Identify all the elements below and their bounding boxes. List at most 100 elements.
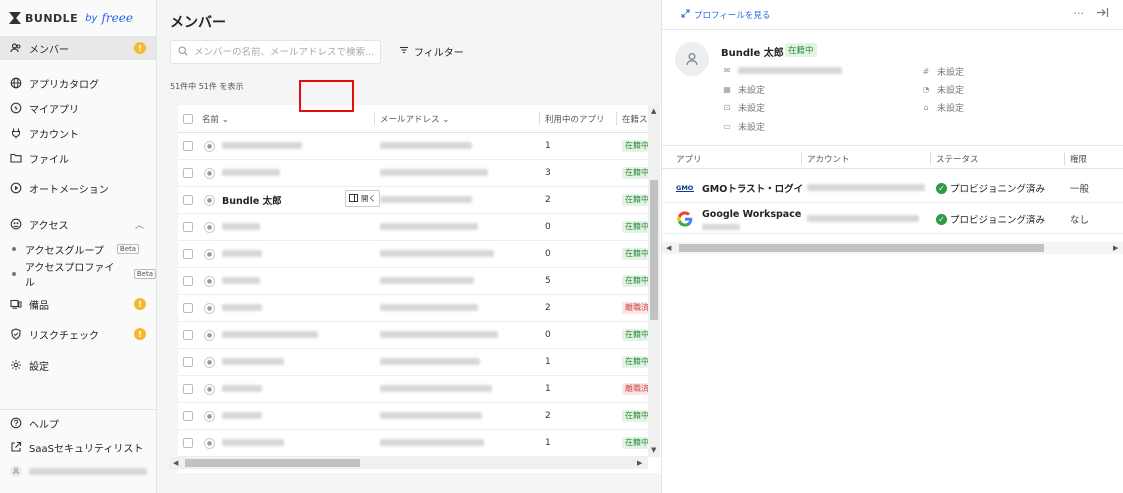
sidebar-item-automation[interactable]: オートメーション (0, 176, 156, 200)
row-checkbox[interactable] (183, 195, 193, 205)
sidebar-item-accounts[interactable]: アカウント (0, 121, 156, 145)
account-cell (807, 214, 919, 225)
column-header-account[interactable]: アカウント (807, 153, 850, 165)
column-header-apps[interactable]: 利用中のアプリ (545, 113, 605, 125)
members-main: メンバー フィルター 51件中 51件 を表示 名前 ⌄ メールアドレス ⌄ 利… (157, 0, 661, 493)
app-name: GMOトラスト・ログイン (702, 184, 802, 195)
more-options-icon[interactable]: ··· (1074, 7, 1085, 21)
column-divider[interactable] (539, 112, 540, 125)
column-divider[interactable] (801, 152, 802, 165)
filter-label: フィルター (414, 48, 464, 59)
sidebar-item-access[interactable]: アクセス ︿ (0, 212, 156, 236)
table-row[interactable]: ● 1 在籍中 (178, 430, 648, 457)
member-name-redacted (222, 276, 260, 284)
apps-horizontal-scrollbar[interactable]: ◀ ▶ (662, 242, 1123, 254)
row-checkbox[interactable] (183, 222, 193, 232)
scrollbar-thumb[interactable] (679, 244, 1044, 252)
table-horizontal-scrollbar[interactable]: ◀ ▶ (169, 457, 648, 469)
sidebar-item-my-apps[interactable]: マイアプリ (0, 96, 156, 120)
scroll-right-arrow-icon[interactable]: ▶ (637, 459, 642, 467)
view-profile-link[interactable]: プロフィールを見る (681, 9, 770, 21)
side-panel-icon (349, 193, 358, 204)
table-vertical-scrollbar[interactable]: ▲ ▼ (648, 105, 660, 457)
column-header-app[interactable]: アプリ (676, 153, 702, 165)
sidebar-item-risk-check[interactable]: リスクチェック ! (0, 322, 156, 346)
column-header-status[interactable]: 在籍ス (622, 113, 648, 125)
row-checkbox[interactable] (183, 384, 193, 394)
scrollbar-thumb[interactable] (650, 180, 658, 320)
sidebar-item-saas-security-list[interactable]: SaaSセキュリティリスト (0, 435, 156, 459)
chevron-up-icon[interactable]: ︿ (135, 218, 144, 231)
search-box[interactable] (170, 40, 381, 64)
sidebar-item-help[interactable]: ヘルプ (0, 411, 156, 435)
row-checkbox[interactable] (183, 276, 193, 286)
check-circle-icon: ✓ (936, 213, 947, 225)
members-table: 名前 ⌄ メールアドレス ⌄ 利用中のアプリ 在籍ス ● 1 在籍中 ● 3 在… (178, 105, 661, 473)
sidebar-subitem-access-profiles[interactable]: アクセスプロファイル Beta (0, 263, 156, 289)
row-checkbox[interactable] (183, 411, 193, 421)
member-email-redacted (380, 303, 478, 311)
filter-button[interactable]: フィルター (399, 44, 464, 59)
table-row[interactable]: ● 3 在籍中 (178, 160, 648, 187)
field-value: 未設定 (937, 68, 965, 78)
close-panel-icon[interactable] (1096, 7, 1109, 21)
column-divider[interactable] (930, 152, 931, 165)
member-name-redacted (222, 438, 284, 446)
table-row[interactable]: ● 5 在籍中 (178, 268, 648, 295)
scroll-down-arrow-icon[interactable]: ▼ (651, 446, 656, 454)
bundle-logo-icon (9, 12, 21, 24)
app-row[interactable]: Google Workspace ✓ プロビジョニング済み なし (662, 203, 1123, 234)
member-email-redacted (380, 411, 482, 419)
status-badge: 在籍中 (622, 140, 648, 152)
member-app-count: 2 (545, 195, 551, 205)
scrollbar-thumb[interactable] (185, 459, 360, 467)
row-checkbox[interactable] (183, 357, 193, 367)
scroll-left-arrow-icon[interactable]: ◀ (173, 459, 178, 467)
sidebar-item-settings[interactable]: 設定 (0, 353, 156, 377)
scroll-right-arrow-icon[interactable]: ▶ (1113, 244, 1118, 252)
column-header-name[interactable]: 名前 ⌄ (202, 113, 229, 125)
search-input[interactable] (194, 46, 374, 58)
sidebar-subitem-access-groups[interactable]: アクセスグループ Beta (0, 239, 156, 259)
account-cell (807, 183, 925, 194)
row-checkbox[interactable] (183, 141, 193, 151)
column-divider[interactable] (1064, 152, 1065, 165)
column-divider[interactable] (374, 112, 375, 125)
sidebar-item-files[interactable]: ファイル (0, 146, 156, 170)
table-row[interactable]: ● 1 離職済 (178, 376, 648, 403)
table-row[interactable]: ● 0 在籍中 (178, 322, 648, 349)
member-name-redacted (222, 249, 262, 257)
scroll-left-arrow-icon[interactable]: ◀ (666, 244, 671, 252)
member-name[interactable]: Bundle 太郎 (222, 193, 282, 207)
select-all-checkbox[interactable] (183, 113, 193, 124)
scroll-up-arrow-icon[interactable]: ▲ (651, 107, 656, 115)
member-app-count: 2 (545, 303, 551, 313)
app-row[interactable]: GMO GMOトラスト・ログイン ✓ プロビジョニング済み 一般 (662, 172, 1123, 203)
table-row-selected[interactable]: ● Bundle 太郎 開く 2 在籍中 (178, 187, 648, 214)
table-row[interactable]: ● 0 在籍中 (178, 241, 648, 268)
column-header-status[interactable]: ステータス (936, 153, 979, 165)
sidebar-user-menu[interactable] (0, 459, 156, 483)
status-badge: 在籍中 (622, 275, 648, 287)
row-checkbox[interactable] (183, 249, 193, 259)
member-email-redacted (380, 357, 480, 365)
table-row[interactable]: ● 1 在籍中 (178, 349, 648, 376)
expand-icon (681, 9, 690, 21)
brand-logo[interactable]: BUNDLE by freee (9, 9, 133, 27)
column-divider[interactable] (616, 112, 617, 125)
column-header-permission[interactable]: 権限 (1070, 153, 1087, 165)
sidebar-item-app-catalog[interactable]: アプリカタログ (0, 71, 156, 95)
column-header-email[interactable]: メールアドレス ⌄ (380, 113, 449, 125)
sidebar-item-devices[interactable]: 備品 ! (0, 292, 156, 316)
sidebar-item-members[interactable]: メンバー ! (0, 36, 156, 60)
row-checkbox[interactable] (183, 168, 193, 178)
table-row[interactable]: ● 2 離職済 (178, 295, 648, 322)
row-checkbox[interactable] (183, 303, 193, 313)
table-row[interactable]: ● 1 在籍中 (178, 133, 648, 160)
open-panel-button[interactable]: 開く (345, 190, 380, 207)
table-row[interactable]: ● 0 在籍中 (178, 214, 648, 241)
member-email-redacted (380, 249, 494, 257)
row-checkbox[interactable] (183, 438, 193, 448)
row-checkbox[interactable] (183, 330, 193, 340)
table-row[interactable]: ● 2 在籍中 (178, 403, 648, 430)
